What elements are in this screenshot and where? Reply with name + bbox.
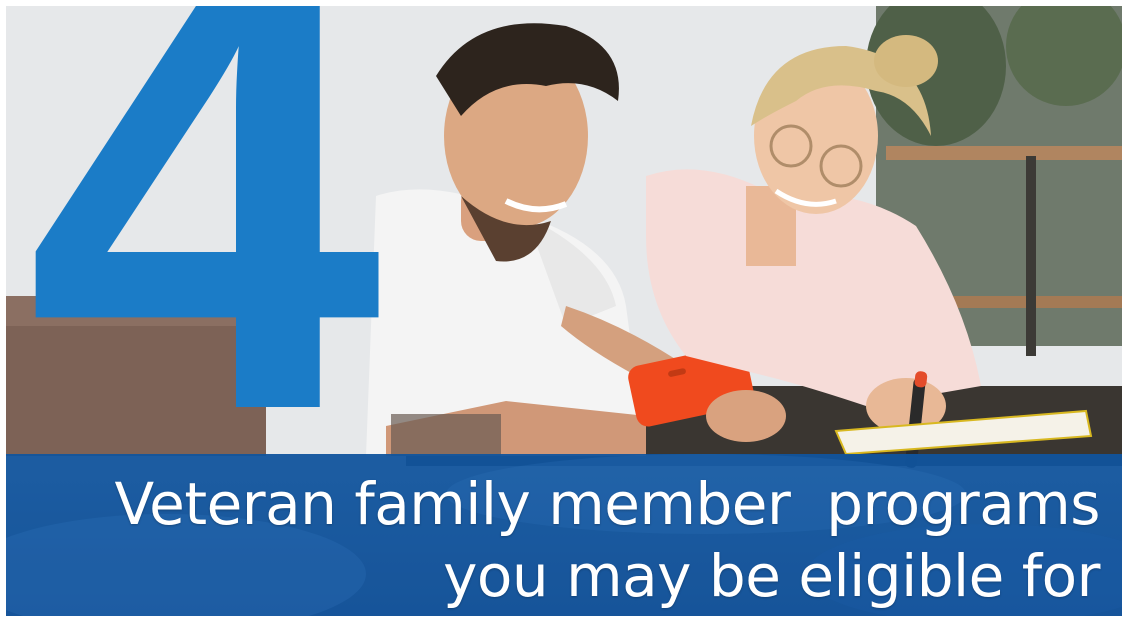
image-frame: 4 Veteran family member programs you may… bbox=[6, 6, 1122, 616]
railing bbox=[886, 146, 1122, 160]
title-banner: Veteran family member programs you may b… bbox=[6, 454, 1122, 616]
headline-line-1: Veteran family member programs bbox=[114, 470, 1100, 538]
headline-line-2: you may be eligible for bbox=[443, 542, 1100, 610]
headline: Veteran family member programs you may b… bbox=[10, 468, 1100, 612]
big-number-four: 4 bbox=[26, 6, 382, 543]
